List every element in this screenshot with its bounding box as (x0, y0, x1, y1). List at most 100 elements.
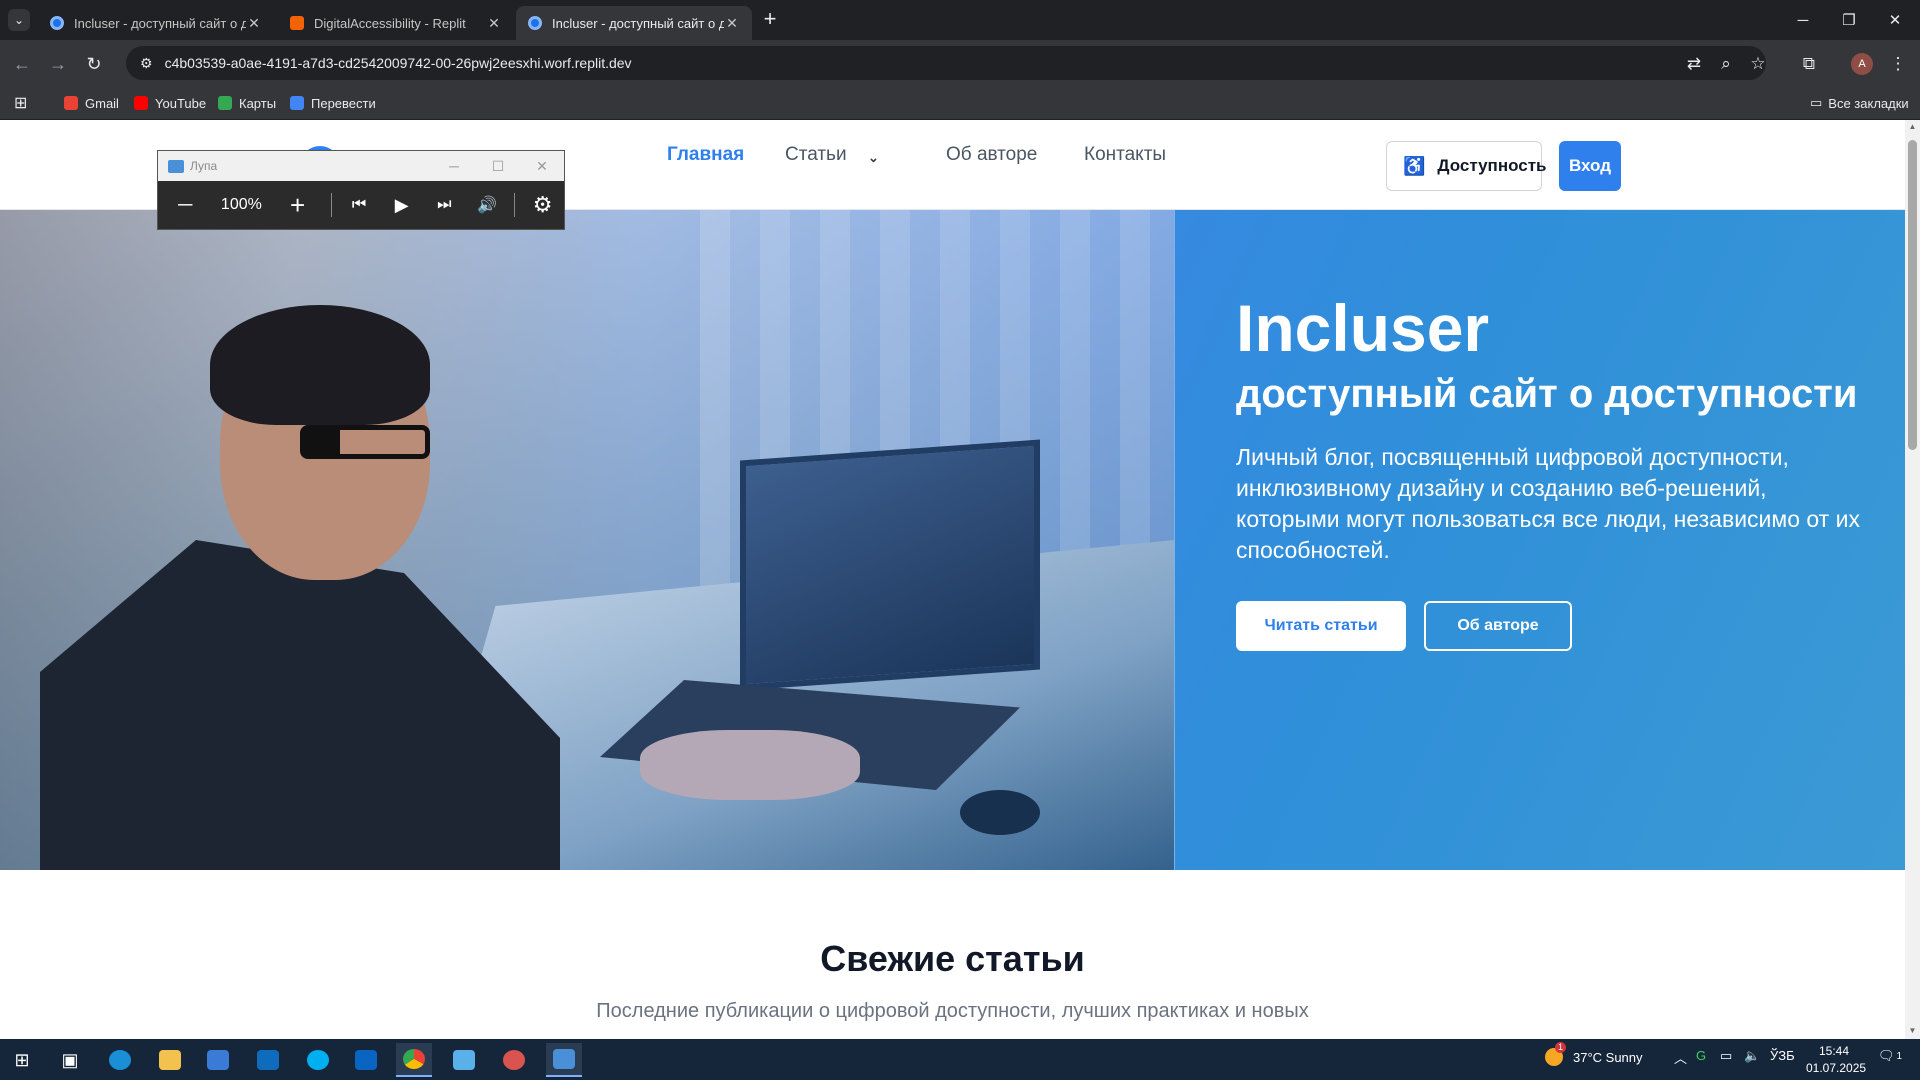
settings-gear-icon[interactable]: ⚙ (521, 181, 564, 229)
clock-time: 15:44 (1818, 1044, 1850, 1058)
login-button[interactable]: Вход (1559, 141, 1621, 191)
play-icon[interactable]: ▶ (380, 181, 423, 229)
nav-articles[interactable]: Статьи (785, 144, 847, 166)
tab-replit[interactable]: DigitalAccessibility - Replit ✕ (278, 6, 514, 40)
bookmarks-bar (0, 86, 1920, 120)
narrator-icon[interactable] (496, 1043, 532, 1077)
edge-icon[interactable] (102, 1043, 138, 1077)
clock[interactable]: 15:44 01.07.2025 (1806, 1043, 1867, 1077)
web-page: Главная Статьи ⌄ Об авторе Контакты ♿ До… (0, 120, 1905, 1039)
close-tab-icon[interactable]: ✕ (486, 15, 502, 32)
close-icon[interactable]: ✕ (520, 151, 564, 181)
site-favicon-icon (528, 16, 542, 30)
language-indicator[interactable]: ЎЗБ (1770, 1048, 1795, 1063)
minimize-window-icon[interactable]: ─ (1780, 0, 1826, 40)
profile-avatar[interactable]: A (1851, 53, 1873, 75)
outlook-icon[interactable] (348, 1043, 384, 1077)
magnifier-titlebar[interactable]: Лупа ─ ☐ ✕ (158, 151, 564, 181)
read-from-here-icon[interactable]: 🔊 (466, 181, 509, 229)
all-bookmarks-label: Все закладки (1828, 95, 1909, 111)
reload-icon[interactable]: ↻ (78, 50, 110, 78)
site-info-icon[interactable]: ⚙ (140, 55, 153, 72)
weather-widget[interactable]: 1 37°C Sunny (1545, 1042, 1643, 1066)
address-bar[interactable]: ⚙ c4b03539-a0ae-4191-a7d3-cd2542009742-0… (126, 46, 1766, 80)
tab-incluser-active[interactable]: Incluser - доступный сайт о до ✕ (516, 6, 752, 40)
chrome-icon[interactable] (396, 1043, 432, 1077)
translate-icon[interactable]: ⇄ (1680, 50, 1708, 78)
back-icon[interactable]: ← (6, 50, 38, 78)
about-author-button[interactable]: Об авторе (1424, 601, 1572, 651)
page-scrollbar[interactable]: ▲ ▼ (1905, 120, 1920, 1039)
magnifier-taskbar-icon[interactable] (546, 1043, 582, 1077)
nav-home[interactable]: Главная (667, 144, 744, 166)
bookmark-star-icon[interactable]: ☆ (1744, 50, 1772, 78)
hero-lead: Личный блог, посвященный цифровой доступ… (1236, 444, 1860, 563)
zoom-icon[interactable]: ⌕ (1712, 50, 1740, 78)
scroll-down-icon[interactable]: ▼ (1908, 1026, 1917, 1035)
weather-text: 37°C Sunny (1573, 1049, 1643, 1065)
close-tab-icon[interactable]: ✕ (246, 15, 262, 32)
mail-icon[interactable] (250, 1043, 286, 1077)
bookmark-youtube[interactable]: YouTube (134, 92, 206, 114)
apps-grid-icon[interactable]: ⊞ (14, 92, 27, 114)
close-window-icon[interactable]: ✕ (1872, 0, 1918, 40)
previous-paragraph-icon[interactable]: ⏮ (338, 181, 381, 229)
replit-favicon-icon (290, 16, 304, 30)
maximize-icon[interactable]: ☐ (476, 151, 520, 181)
extensions-icon[interactable]: ⧉ (1795, 50, 1823, 78)
notification-count: 1 (1896, 1050, 1903, 1062)
nav-contacts[interactable]: Контакты (1084, 144, 1166, 166)
nav-about[interactable]: Об авторе (946, 144, 1037, 166)
close-tab-icon[interactable]: ✕ (724, 15, 740, 32)
hero-title: Incluser (1236, 291, 1490, 365)
volume-icon[interactable]: 🔈 (1744, 1048, 1760, 1064)
bookmark-translate[interactable]: Перевести (290, 92, 376, 114)
clock-date: 01.07.2025 (1806, 1061, 1867, 1075)
laptop-shape (740, 439, 1040, 691)
bookmark-label: YouTube (155, 95, 207, 111)
bookmark-gmail[interactable]: Gmail (64, 92, 119, 114)
notepad-icon[interactable] (446, 1043, 482, 1077)
magnifier-toolbar: ─ 100% + ⏮ ▶ ⏭ 🔊 ⚙ (158, 181, 564, 229)
skype-icon[interactable] (300, 1043, 336, 1077)
read-articles-button[interactable]: Читать статьи (1236, 601, 1406, 651)
bookmark-maps[interactable]: Карты (218, 92, 276, 114)
folder-icon: ▭ (1810, 95, 1823, 110)
zoom-in-icon[interactable]: + (270, 181, 324, 229)
scroll-thumb[interactable] (1908, 140, 1917, 450)
hero-photo (0, 210, 1174, 870)
sun-icon: 1 (1545, 1042, 1566, 1066)
translate-bookmark-icon (290, 96, 304, 110)
accessibility-button[interactable]: ♿ Доступность (1386, 141, 1547, 191)
app-tray-icon[interactable]: G (1696, 1048, 1706, 1063)
menu-dots-icon[interactable]: ⋮ (1884, 50, 1912, 78)
forward-icon[interactable]: → (42, 50, 74, 78)
site-favicon-icon (50, 16, 64, 30)
tray-chevron-icon[interactable]: ︿ (1674, 1048, 1687, 1067)
scroll-up-icon[interactable]: ▲ (1908, 122, 1917, 131)
bookmark-label: Перевести (311, 95, 376, 111)
accessibility-label: Доступность (1437, 156, 1547, 175)
all-bookmarks[interactable]: ▭ Все закладки (1810, 92, 1909, 114)
tab-title: DigitalAccessibility - Replit (314, 15, 466, 31)
next-paragraph-icon[interactable]: ⏭ (423, 181, 466, 229)
file-explorer-icon[interactable] (152, 1043, 188, 1077)
separator (330, 193, 332, 217)
separator (514, 193, 516, 217)
notifications-icon[interactable]: 🗨 1 (1878, 1048, 1902, 1064)
tab-search-button[interactable]: ⌄ (8, 9, 30, 31)
network-icon[interactable]: ▭ (1720, 1048, 1732, 1064)
gmail-icon (64, 96, 78, 110)
section-title: Свежие статьи (820, 938, 1085, 979)
minimize-icon[interactable]: ─ (432, 151, 476, 181)
chevron-down-icon[interactable]: ⌄ (868, 150, 882, 165)
tab-incluser-1[interactable]: Incluser - доступный сайт о до ✕ (38, 6, 274, 40)
store-icon[interactable] (200, 1043, 236, 1077)
hero-divider (1174, 210, 1175, 870)
task-view-icon[interactable]: ▣ (52, 1043, 88, 1077)
start-windows-icon[interactable]: ⊞ (4, 1043, 40, 1077)
new-tab-button[interactable]: + (758, 8, 782, 32)
restore-window-icon[interactable]: ❐ (1826, 0, 1872, 40)
zoom-out-icon[interactable]: ─ (158, 181, 212, 229)
accessibility-icon: ♿ (1403, 155, 1426, 176)
